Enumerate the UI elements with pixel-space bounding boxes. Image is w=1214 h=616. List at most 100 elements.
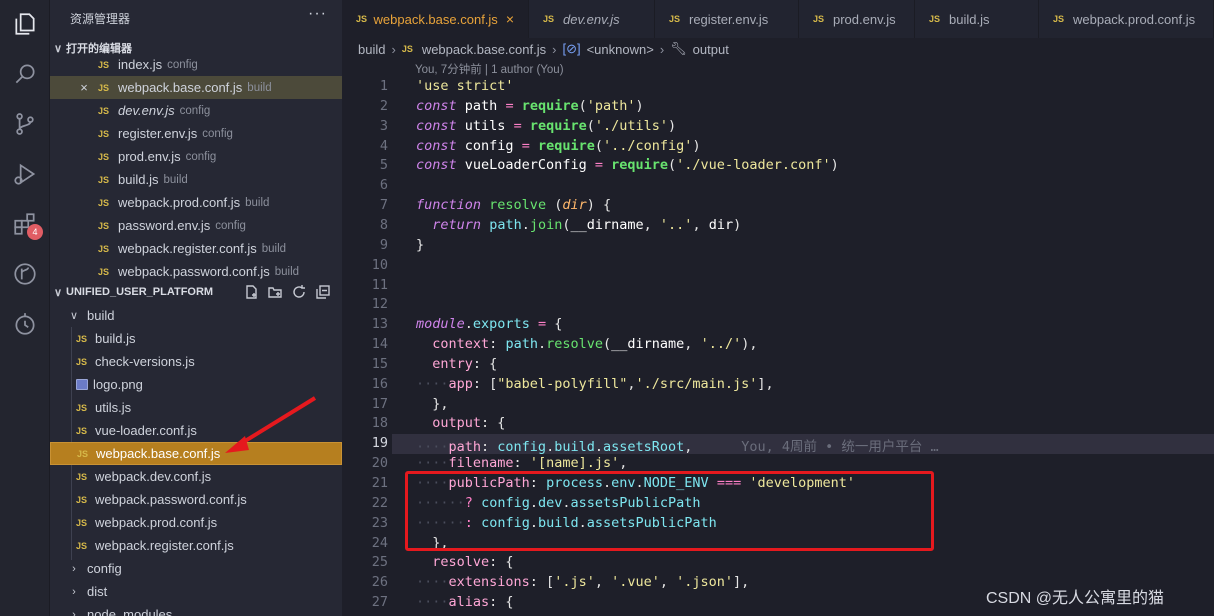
code-token: require <box>521 97 579 114</box>
code-line[interactable]: context: path.resolve(__dirname, '../'), <box>416 336 757 356</box>
line-number: 10 <box>371 256 388 273</box>
code-line[interactable]: entry: { <box>416 356 497 376</box>
code-line[interactable]: const utils = require('./utils') <box>416 118 676 138</box>
js-file-icon: JS <box>356 14 368 24</box>
timeline-icon[interactable] <box>9 308 41 340</box>
annotation-arrow <box>225 396 317 453</box>
code-token: const <box>416 137 457 154</box>
file-name: prod.env.js <box>118 149 181 164</box>
editor-tab[interactable]: JS build.js <box>915 0 1039 38</box>
open-editor-item[interactable]: JS register.env.js config <box>50 122 342 145</box>
activity-bar: 4 <box>0 0 50 616</box>
file-name: webpack.password.conf.js <box>118 264 270 279</box>
code-line[interactable]: ····path: config.build.assetsRoot, You, … <box>416 435 939 455</box>
open-editor-item[interactable]: JS build.js build <box>50 168 342 191</box>
search-icon[interactable] <box>9 58 41 90</box>
code-line[interactable]: output: { <box>416 415 505 435</box>
code-token: "babel-polyfill" <box>497 375 628 392</box>
close-icon[interactable]: × <box>506 11 514 27</box>
tree-folder-item[interactable]: › config <box>50 557 342 580</box>
editor-tab[interactable]: JS register.env.js <box>655 0 799 38</box>
tree-folder-item[interactable]: › dist <box>50 580 342 603</box>
folder-name: build <box>87 308 115 323</box>
new-folder-icon[interactable] <box>267 284 283 300</box>
editor-tab[interactable]: JS webpack.prod.conf.js <box>1039 0 1214 38</box>
file-folder: build <box>163 173 188 186</box>
code-token: , <box>594 574 612 591</box>
codelens-blame[interactable]: You, 7分钟前 | 1 author (You) <box>415 61 564 77</box>
editor-tab[interactable]: JS prod.env.js <box>799 0 915 38</box>
editor-tab[interactable]: JS dev.env.js <box>529 0 655 38</box>
breadcrumb-symbol[interactable]: <unknown> <box>587 42 654 57</box>
open-editor-item[interactable]: JS webpack.password.conf.js build <box>50 260 342 283</box>
code-token: '[name].js' <box>529 455 620 472</box>
code-token: : { <box>489 594 514 611</box>
code-token: require <box>611 157 669 174</box>
tree-file-item[interactable]: JS webpack.register.conf.js <box>50 534 342 557</box>
code-line[interactable]: const path = require('path') <box>416 98 644 118</box>
tree-file-item[interactable]: JS check-versions.js <box>50 350 342 373</box>
open-editor-item[interactable]: JS prod.env.js config <box>50 145 342 168</box>
open-editor-item[interactable]: × JS webpack.base.conf.js build <box>50 76 342 99</box>
tree-folder-item[interactable]: › node_modules <box>50 603 342 616</box>
breadcrumb-property[interactable]: output <box>693 42 729 57</box>
git-graph-icon[interactable] <box>9 258 41 290</box>
explorer-icon[interactable] <box>9 8 41 40</box>
code-line[interactable]: ····app: ["babel-polyfill",'./src/main.j… <box>416 376 774 396</box>
tree-file-item[interactable]: JS build.js <box>50 327 342 350</box>
code-line[interactable]: const config = require('../config') <box>416 138 701 158</box>
extensions-icon[interactable]: 4 <box>9 208 43 240</box>
code-line[interactable]: } <box>416 237 424 257</box>
code-line[interactable]: ····alias: { <box>416 594 514 614</box>
editor-tab[interactable]: JS webpack.base.conf.js × <box>342 0 529 38</box>
code-line[interactable]: ····extensions: ['.js', '.vue', '.json']… <box>416 574 749 594</box>
chevron-right-icon: › <box>552 41 557 57</box>
js-file-icon: JS <box>98 266 110 277</box>
open-editor-item[interactable]: JS index.js config <box>50 53 342 76</box>
file-folder: build <box>274 265 300 278</box>
more-actions-icon[interactable]: ··· <box>308 5 327 23</box>
code-token: require <box>529 117 587 134</box>
code-line[interactable]: }, <box>416 396 448 416</box>
tree-file-item[interactable]: JS webpack.password.conf.js <box>50 488 342 511</box>
collapse-all-icon[interactable] <box>315 284 331 300</box>
open-editor-item[interactable]: JS password.env.js config <box>50 214 342 237</box>
line-number: 14 <box>371 336 388 353</box>
code-token: , <box>692 216 709 233</box>
breadcrumb-folder[interactable]: build <box>358 42 385 57</box>
code-token: ], <box>757 375 774 392</box>
new-file-icon[interactable] <box>243 284 259 300</box>
code-token: 'path' <box>586 97 636 114</box>
breadcrumb-file[interactable]: webpack.base.conf.js <box>422 42 546 57</box>
open-editor-item[interactable]: JS dev.env.js config <box>50 99 342 122</box>
code-line[interactable]: module.exports = { <box>416 316 562 336</box>
code-token: , <box>659 574 677 591</box>
code-line[interactable]: resolve: { <box>416 554 513 574</box>
code-token: path <box>464 97 498 114</box>
refresh-icon[interactable] <box>291 284 307 300</box>
code-line[interactable]: return path.join(__dirname, '..', dir) <box>416 217 741 237</box>
code-line[interactable]: const vueLoaderConfig = require('./vue-l… <box>416 157 839 177</box>
code-line[interactable]: function resolve (dir) { <box>416 197 611 217</box>
source-control-icon[interactable] <box>9 108 41 140</box>
run-debug-icon[interactable] <box>9 158 41 190</box>
tab-label: build.js <box>949 11 990 27</box>
close-icon[interactable]: × <box>77 80 91 95</box>
tree-file-item[interactable]: JS webpack.prod.conf.js <box>50 511 342 534</box>
tree-file-item[interactable]: JS webpack.dev.conf.js <box>50 465 342 488</box>
open-editor-item[interactable]: JS webpack.register.conf.js build <box>50 237 342 260</box>
file-folder: build <box>245 196 270 209</box>
folder-build[interactable]: ∨ build <box>50 304 342 327</box>
annotation-box <box>405 471 934 551</box>
code-line[interactable]: 'use strict' <box>416 78 514 98</box>
file-name: webpack.password.conf.js <box>95 492 247 507</box>
workspace-header[interactable]: ∨ UNIFIED_USER_PLATFORM <box>50 281 342 303</box>
open-editor-item[interactable]: JS webpack.prod.conf.js build <box>50 191 342 214</box>
code-token: context <box>432 336 490 353</box>
